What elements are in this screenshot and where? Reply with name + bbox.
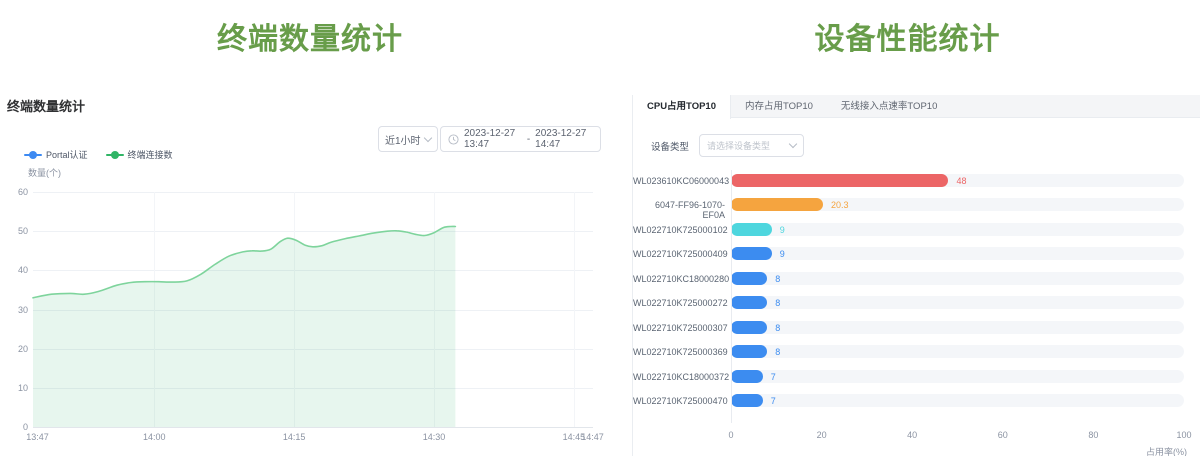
bar-label-7: WL022710K725000369 xyxy=(633,347,725,357)
bar-label-3: WL022710K725000409 xyxy=(633,249,725,259)
bar-label-4: WL022710KC18000280 xyxy=(633,274,725,284)
y-tick-20: 20 xyxy=(2,344,28,354)
bar-8 xyxy=(731,370,763,383)
device-section-title: 设备性能统计 xyxy=(615,14,1200,58)
bar-x-tick-40: 40 xyxy=(907,430,917,440)
x-tick-14:00: 14:00 xyxy=(143,432,166,442)
dashboard: 终端数量统计 设备性能统计 终端数量统计 近1小时 2023-12-27 13:… xyxy=(0,0,1200,456)
device-performance-panel: CPU占用TOP10内存占用TOP10无线接入点速率TOP10 设备类型 请选择… xyxy=(632,95,1200,456)
bar-value-9: 7 xyxy=(771,396,776,406)
tab-bar: CPU占用TOP10内存占用TOP10无线接入点速率TOP10 xyxy=(633,95,1200,118)
bar-x-tick-80: 80 xyxy=(1088,430,1098,440)
bar-value-5: 8 xyxy=(775,298,780,308)
bar-value-8: 7 xyxy=(771,372,776,382)
tab-0-active[interactable]: CPU占用TOP10 xyxy=(633,95,731,119)
device-type-placeholder: 请选择设备类型 xyxy=(707,139,770,152)
bar-value-0: 48 xyxy=(956,176,966,186)
chevron-down-icon xyxy=(789,140,797,148)
bar-5 xyxy=(731,296,767,309)
terminal-line-chart xyxy=(0,90,620,456)
bar-track-2 xyxy=(731,223,1184,236)
bar-value-7: 8 xyxy=(775,347,780,357)
bar-value-1: 20.3 xyxy=(831,200,849,210)
device-type-select[interactable]: 请选择设备类型 xyxy=(699,134,804,157)
y-tick-60: 60 xyxy=(2,187,28,197)
bar-label-6: WL022710K725000307 xyxy=(633,323,725,333)
terminal-section-title: 终端数量统计 xyxy=(0,14,620,58)
series-area xyxy=(33,226,455,427)
device-type-label: 设备类型 xyxy=(651,139,689,153)
bar-2 xyxy=(731,223,772,236)
bar-label-9: WL022710K725000470 xyxy=(633,396,725,406)
bar-track-9 xyxy=(731,394,1184,407)
bar-value-4: 8 xyxy=(775,274,780,284)
bar-y-axis-line xyxy=(731,170,732,423)
bar-x-tick-20: 20 xyxy=(817,430,827,440)
bar-x-tick-60: 60 xyxy=(998,430,1008,440)
bar-9 xyxy=(731,394,763,407)
bar-track-7 xyxy=(731,345,1184,358)
y-tick-30: 30 xyxy=(2,305,28,315)
bar-label-1: 6047-FF96-1070-EF0A xyxy=(633,200,725,220)
bar-6 xyxy=(731,321,767,334)
bar-3 xyxy=(731,247,772,260)
bar-track-6 xyxy=(731,321,1184,334)
x-tick-14:47: 14:47 xyxy=(581,432,604,442)
bar-value-3: 9 xyxy=(780,249,785,259)
bar-label-2: WL022710K725000102 xyxy=(633,225,725,235)
bar-value-6: 8 xyxy=(775,323,780,333)
bar-7 xyxy=(731,345,767,358)
bar-value-2: 9 xyxy=(780,225,785,235)
device-type-row: 设备类型 请选择设备类型 xyxy=(651,134,804,157)
bar-4 xyxy=(731,272,767,285)
bar-track-5 xyxy=(731,296,1184,309)
x-tick-13:47: 13:47 xyxy=(26,432,49,442)
y-tick-10: 10 xyxy=(2,383,28,393)
bar-x-tick-100: 100 xyxy=(1176,430,1191,440)
terminal-count-panel: 终端数量统计 近1小时 2023-12-27 13:47 - 2023-12-2… xyxy=(0,90,620,456)
bar-x-tick-0: 0 xyxy=(728,430,733,440)
tab-2[interactable]: 无线接入点速率TOP10 xyxy=(827,95,951,118)
bar-track-3 xyxy=(731,247,1184,260)
bar-1 xyxy=(731,198,823,211)
bar-label-8: WL022710KC18000372 xyxy=(633,372,725,382)
bar-track-8 xyxy=(731,370,1184,383)
x-tick-14:15: 14:15 xyxy=(283,432,306,442)
bar-label-0: WL023610KC06000043 xyxy=(633,176,725,186)
bar-label-5: WL022710K725000272 xyxy=(633,298,725,308)
y-tick-50: 50 xyxy=(2,226,28,236)
tab-1[interactable]: 内存占用TOP10 xyxy=(731,95,827,118)
bar-x-axis-title: 占用率(%) xyxy=(1146,445,1187,456)
x-axis-line xyxy=(33,427,593,428)
y-tick-0: 0 xyxy=(2,422,28,432)
y-tick-40: 40 xyxy=(2,265,28,275)
bar-track-4 xyxy=(731,272,1184,285)
x-tick-14:30: 14:30 xyxy=(423,432,446,442)
bar-0 xyxy=(731,174,948,187)
